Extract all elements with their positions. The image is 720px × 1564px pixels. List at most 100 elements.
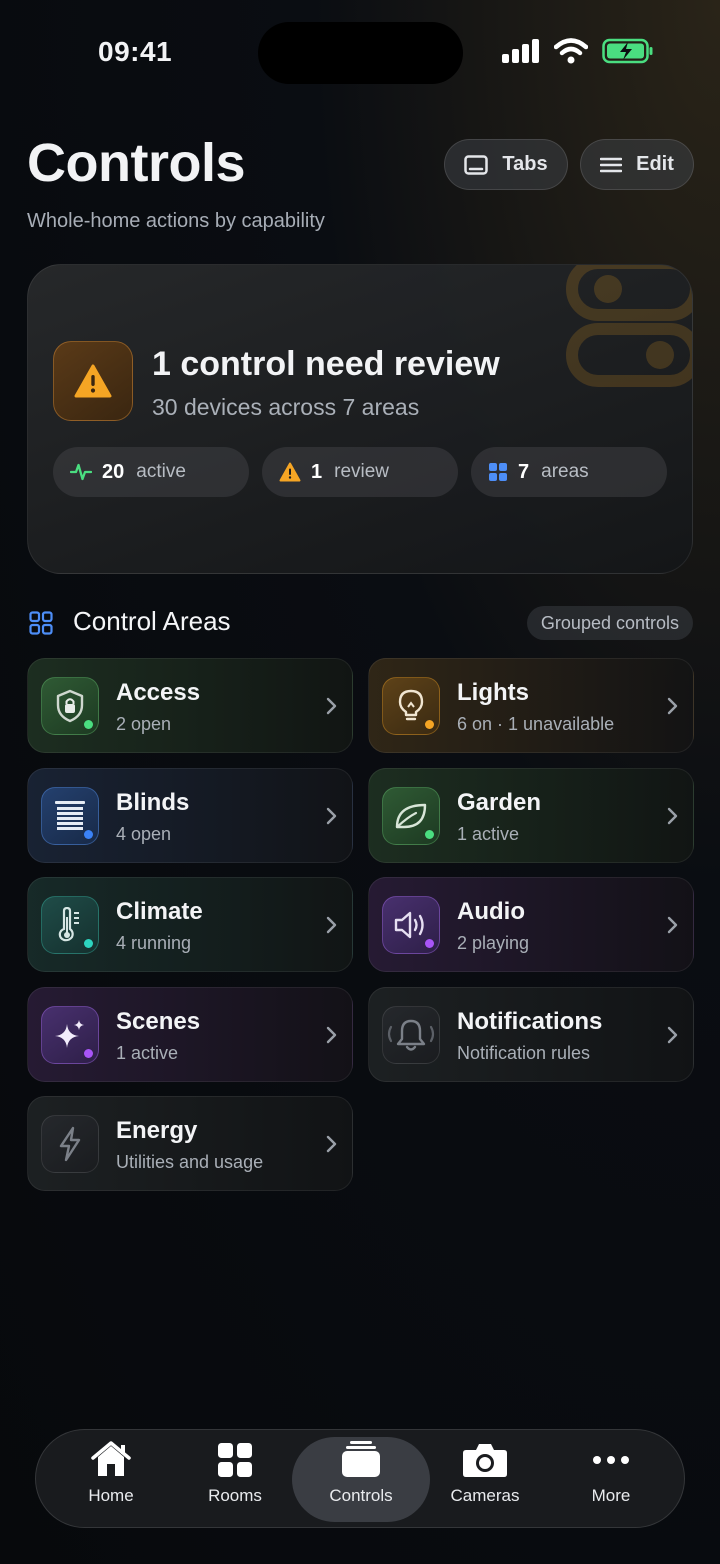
tabs-button-label: Tabs: [502, 153, 548, 175]
area-name: Lights: [457, 679, 529, 706]
tab-bar: Home Rooms Controls Cameras More: [35, 1429, 685, 1528]
activity-icon: [70, 463, 92, 481]
area-name: Climate: [116, 898, 203, 925]
tab-cameras[interactable]: Cameras: [416, 1437, 554, 1522]
status-dot: [84, 939, 93, 948]
chevron-right-icon: [326, 807, 337, 825]
chevron-right-icon: [667, 697, 678, 715]
controls-stack-icon: [342, 1441, 380, 1477]
chevron-right-icon: [667, 916, 678, 934]
warning-icon: [279, 462, 301, 482]
toggles-decoration-icon: [566, 265, 692, 387]
active-count: 20: [102, 460, 125, 483]
edit-button[interactable]: Edit: [580, 139, 694, 190]
section-title: Control Areas: [73, 606, 231, 636]
tablet-icon: [464, 154, 489, 175]
tab-home[interactable]: Home: [42, 1437, 180, 1522]
areas-label: areas: [541, 461, 589, 482]
tab-rooms[interactable]: Rooms: [166, 1437, 304, 1522]
chevron-right-icon: [326, 916, 337, 934]
list-icon: [600, 157, 623, 172]
status-dot: [84, 720, 93, 729]
area-card-garden[interactable]: Garden 1 active: [368, 768, 694, 863]
area-status: 1 active: [457, 824, 520, 844]
area-icon-tile: [382, 1006, 440, 1064]
area-name: Access: [116, 679, 201, 706]
thermometer-icon: [58, 907, 79, 942]
dynamic-island: [258, 22, 463, 84]
signal-icon: [502, 39, 539, 63]
review-subtitle: 30 devices across 7 areas: [152, 394, 420, 420]
area-name: Scenes: [116, 1008, 201, 1035]
edit-button-label: Edit: [636, 153, 674, 175]
area-card-audio[interactable]: Audio 2 playing: [368, 877, 694, 972]
status-time: 09:41: [98, 36, 173, 67]
areas-count-pill[interactable]: 7 areas: [471, 447, 667, 497]
review-summary-card[interactable]: 1 control need review 30 devices across …: [27, 264, 693, 574]
tabs-button[interactable]: Tabs: [444, 139, 568, 190]
area-card-lights[interactable]: Lights 6 on · 1 unavailable: [368, 658, 694, 753]
house-icon: [91, 1441, 131, 1476]
area-status: 1 active: [116, 1043, 179, 1063]
grid-outline-icon: [29, 611, 53, 635]
status-dot: [84, 830, 93, 839]
chevron-right-icon: [667, 1026, 678, 1044]
chevron-right-icon: [326, 1135, 337, 1153]
leaf-icon: [395, 803, 427, 829]
control-areas-header: Control Areas Grouped controls: [27, 603, 693, 643]
area-status: Notification rules: [457, 1043, 591, 1063]
status-dot: [425, 720, 434, 729]
area-card-climate[interactable]: Climate 4 running: [27, 877, 353, 972]
grid-icon: [218, 1443, 252, 1477]
area-name: Garden: [457, 789, 542, 816]
area-card-notifications[interactable]: Notifications Notification rules: [368, 987, 694, 1082]
area-card-access[interactable]: Access 2 open: [27, 658, 353, 753]
chevron-right-icon: [326, 1026, 337, 1044]
tab-label: More: [591, 1486, 631, 1505]
shield-lock-icon: [56, 689, 84, 723]
tab-label: Rooms: [208, 1486, 262, 1505]
grid-icon: [489, 463, 507, 481]
bell-icon: [387, 1019, 435, 1051]
tab-controls[interactable]: Controls: [292, 1437, 430, 1522]
camera-icon: [463, 1444, 507, 1477]
area-icon-tile: [41, 1115, 99, 1173]
grouped-controls-badge: Grouped controls: [526, 606, 693, 640]
area-icon-tile: [382, 677, 440, 735]
review-count: 1: [311, 460, 323, 483]
area-icon-tile: [41, 896, 99, 954]
tab-more[interactable]: More: [542, 1437, 680, 1522]
review-count-pill[interactable]: 1 review: [262, 447, 458, 497]
ellipsis-icon: [593, 1456, 629, 1464]
area-icon-tile: [41, 1006, 99, 1064]
review-title: 1 control need review: [152, 345, 500, 383]
area-icon-tile: [382, 896, 440, 954]
area-name: Notifications: [457, 1008, 603, 1035]
area-name: Blinds: [116, 789, 190, 816]
area-card-blinds[interactable]: Blinds 4 open: [27, 768, 353, 863]
chevron-right-icon: [667, 807, 678, 825]
blinds-icon: [55, 801, 85, 830]
area-icon-tile: [41, 677, 99, 735]
area-card-energy[interactable]: Energy Utilities and usage: [27, 1096, 353, 1191]
area-name: Energy: [116, 1117, 198, 1144]
tab-label: Home: [88, 1486, 134, 1505]
review-warning-tile: [53, 341, 133, 421]
bolt-icon: [59, 1126, 81, 1162]
status-dot: [84, 1049, 93, 1058]
chevron-right-icon: [326, 697, 337, 715]
lightbulb-icon: [398, 689, 424, 721]
area-status: 2 open: [116, 714, 172, 734]
sparkles-icon: [55, 1020, 84, 1048]
area-icon-tile: [382, 787, 440, 845]
status-dot: [425, 830, 434, 839]
active-count-pill[interactable]: 20 active: [53, 447, 249, 497]
page-subtitle: Whole-home actions by capability: [27, 210, 325, 232]
status-dot: [425, 939, 434, 948]
area-name: Audio: [457, 898, 525, 925]
battery-charging-icon: [602, 38, 653, 64]
area-card-scenes[interactable]: Scenes 1 active: [27, 987, 353, 1082]
review-label: review: [334, 461, 390, 482]
speaker-icon: [394, 911, 424, 939]
area-icon-tile: [41, 787, 99, 845]
